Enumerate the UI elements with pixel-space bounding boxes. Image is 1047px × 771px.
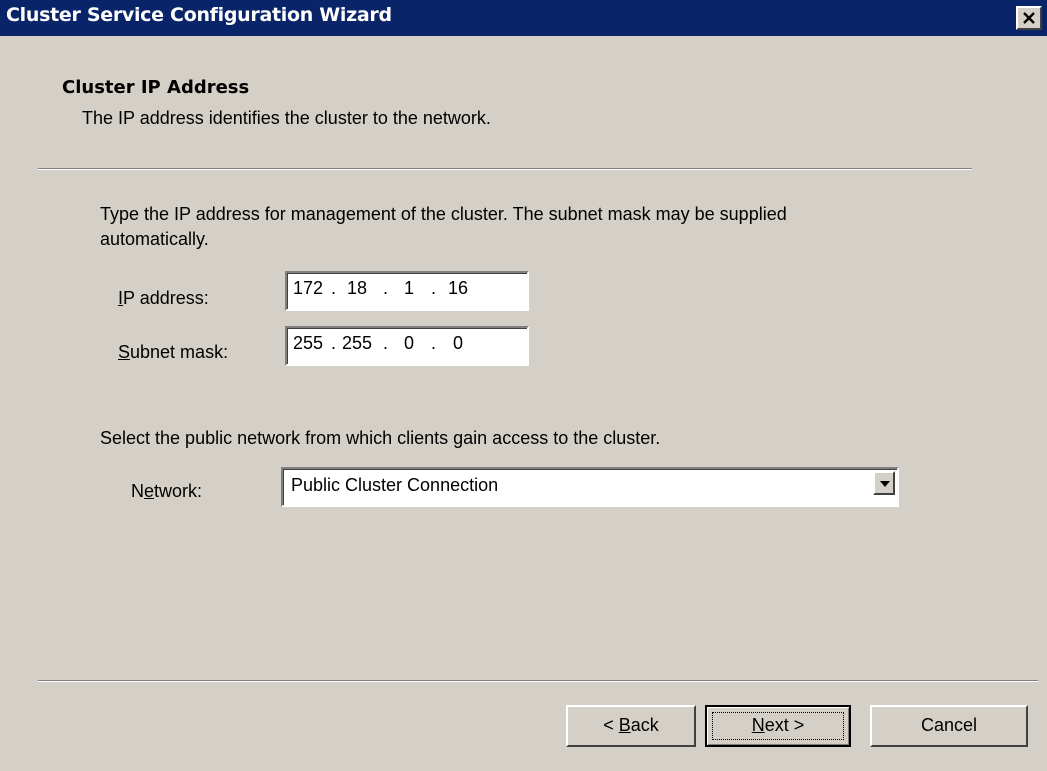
dropdown-button[interactable] xyxy=(873,471,895,495)
next-button[interactable]: Next > xyxy=(705,705,851,747)
network-label: Network: xyxy=(131,481,203,501)
ip-dot: . xyxy=(383,278,389,298)
page-subtitle: The IP address identifies the cluster to… xyxy=(82,108,491,128)
instructions-text-line2: automatically. xyxy=(100,229,209,249)
subnet-dot: . xyxy=(431,333,437,353)
focus-rect xyxy=(712,712,844,740)
network-dropdown[interactable]: Public Cluster Connection xyxy=(281,467,899,507)
ip-dot: . xyxy=(331,278,337,298)
ip-octet-2: 18 xyxy=(346,278,368,298)
back-button[interactable]: < Back xyxy=(566,705,696,747)
title-bar[interactable]: Cluster Service Configuration Wizard xyxy=(0,0,1047,36)
instructions-text-line1: Type the IP address for management of th… xyxy=(100,204,787,224)
subnet-octet-3: 0 xyxy=(403,333,414,353)
subnet-octet-1: 255 xyxy=(292,333,324,353)
subnet-mask-label: Subnet mask: xyxy=(118,342,229,362)
subnet-dot: . xyxy=(383,333,389,353)
ip-octet-3: 1 xyxy=(403,278,414,298)
ip-dot: . xyxy=(431,278,437,298)
footer-divider xyxy=(38,680,1038,682)
page-title: Cluster IP Address xyxy=(62,77,250,98)
subnet-octet-4: 0 xyxy=(452,333,463,353)
ip-octet-4: 16 xyxy=(447,278,469,298)
chevron-down-icon xyxy=(880,481,890,487)
subnet-mask-input[interactable]: 255 . 255 . 0 . 0 xyxy=(285,326,529,366)
close-button[interactable] xyxy=(1016,6,1042,30)
window-title: Cluster Service Configuration Wizard xyxy=(6,4,392,26)
ip-address-input[interactable]: 172 . 18 . 1 . 16 xyxy=(285,271,529,311)
close-icon xyxy=(1023,12,1035,24)
subnet-octet-2: 255 xyxy=(341,333,373,353)
header-divider xyxy=(38,168,972,170)
subnet-dot: . xyxy=(331,333,337,353)
ip-octet-1: 172 xyxy=(292,278,324,298)
cancel-button[interactable]: Cancel xyxy=(870,705,1028,747)
network-instructions-text: Select the public network from which cli… xyxy=(100,428,661,448)
network-selected-value: Public Cluster Connection xyxy=(291,475,499,495)
ip-address-label: IP address: xyxy=(118,288,209,308)
wizard-window: Cluster Service Configuration Wizard Clu… xyxy=(0,0,1047,771)
